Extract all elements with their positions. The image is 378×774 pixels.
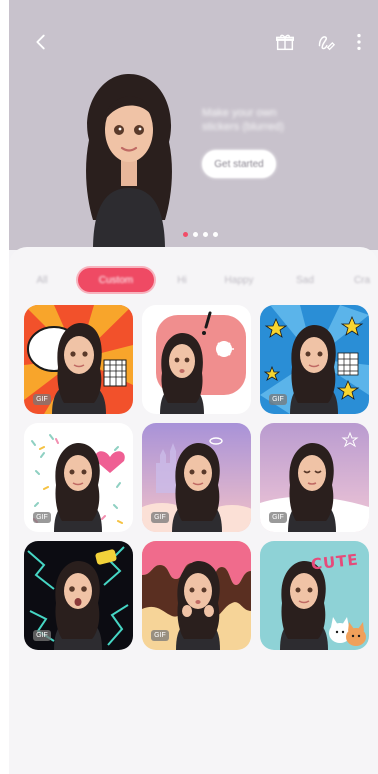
gif-badge: GIF [269,512,287,523]
sticker-item[interactable]: GIF [24,423,133,532]
hero-banner[interactable]: Make your own stickers (blurred) Get sta… [9,0,378,250]
tab-hi[interactable]: Hi [169,268,195,292]
tab-label: Hi [177,274,187,286]
carousel-dot [183,232,188,237]
tab-label: Cra [353,274,371,286]
tab-label: Sad [296,274,314,286]
sticker-item[interactable]: GIF [24,541,133,650]
avatar-illustration [86,74,172,250]
tab-all[interactable]: All [27,268,57,292]
sticker-item[interactable]: GIF [142,541,251,650]
promo-line-1: Make your own [202,107,277,119]
gift-button[interactable] [271,28,299,56]
promo-button[interactable]: Get started [202,150,276,178]
gif-badge: GIF [33,630,51,641]
app-screen: Make your own stickers (blurred) Get sta… [9,0,378,774]
carousel-dot [193,232,198,237]
pink-exclaim-background [142,305,251,414]
gif-badge: GIF [33,394,51,405]
top-app-bar [9,24,378,64]
promo-line-2: stickers (blurred) [202,121,284,133]
carousel-indicator [183,232,218,237]
gif-badge: GIF [151,630,169,641]
gif-badge: GIF [269,394,287,405]
carousel-dot [213,232,218,237]
carousel-dot [203,232,208,237]
gif-badge: GIF [151,512,169,523]
edit-share-icon [318,36,336,51]
more-options-button[interactable] [345,28,373,56]
back-button[interactable] [27,28,55,56]
sticker-item[interactable] [142,305,251,414]
tab-crazy[interactable]: Cra [347,268,377,292]
tab-sad[interactable]: Sad [289,268,321,292]
tab-label: Happy [224,274,254,286]
sticker-item[interactable]: GIF [24,305,133,414]
edit-sticker-button[interactable] [311,28,339,56]
gif-badge: GIF [33,512,51,523]
tab-label: All [36,274,48,286]
sticker-item[interactable]: GIF [142,423,251,532]
category-tabs: All Custom Hi Happy Sad Cra [9,268,378,294]
sticker-item[interactable]: GIF [260,305,369,414]
more-vertical-icon [357,33,361,51]
tab-custom[interactable]: Custom [78,268,154,292]
sticker-item[interactable]: CUTE [260,541,369,650]
tab-label: Custom [98,274,134,286]
gift-icon [276,34,294,51]
chevron-left-icon [36,34,45,50]
promo-text: Make your own stickers (blurred) [202,106,342,134]
tab-happy[interactable]: Happy [217,268,261,292]
sticker-item[interactable]: GIF [260,423,369,532]
